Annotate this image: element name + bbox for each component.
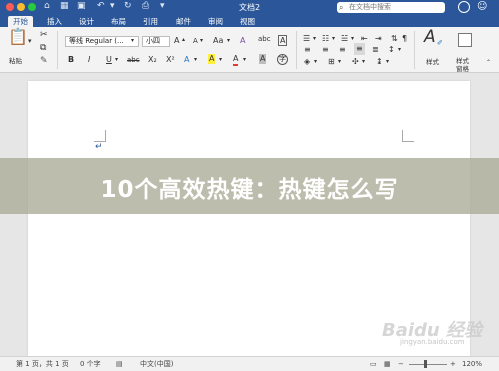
zoom-out-icon[interactable]: − bbox=[398, 359, 404, 370]
tab-home[interactable]: 开始 bbox=[8, 16, 33, 27]
ribbon-tabs: 开始 插入 设计 布局 引用 邮件 审阅 视图 bbox=[0, 15, 499, 27]
align-right-icon[interactable]: ≡ bbox=[339, 44, 346, 56]
font-color-button[interactable]: A bbox=[233, 54, 239, 66]
clear-formatting-button[interactable]: A bbox=[240, 35, 245, 47]
character-border-button[interactable]: A bbox=[278, 35, 288, 46]
divider bbox=[296, 31, 297, 69]
margin-marker-top-left bbox=[94, 130, 106, 142]
underline-dropdown-icon[interactable]: ▾ bbox=[115, 54, 118, 66]
tab-review[interactable]: 审阅 bbox=[203, 16, 228, 27]
search-input[interactable]: ⌕ 在文档中搜索 bbox=[337, 2, 445, 13]
zoom-level[interactable]: 120% bbox=[462, 359, 482, 370]
styles-pane-icon[interactable] bbox=[458, 33, 472, 47]
asian-layout-icon[interactable]: ✣ bbox=[352, 56, 359, 68]
vertical-scrollbar[interactable] bbox=[489, 77, 495, 352]
align-left-icon[interactable]: ≡ bbox=[304, 44, 311, 56]
numbering-dropdown-icon[interactable]: ▾ bbox=[332, 33, 335, 45]
text-effects-button[interactable]: A bbox=[184, 54, 189, 66]
borders-icon[interactable]: ⊞ bbox=[328, 56, 335, 68]
styles-icon[interactable]: A bbox=[424, 29, 436, 46]
zoom-slider[interactable] bbox=[409, 364, 447, 365]
print-layout-view-icon[interactable]: ▭ bbox=[370, 359, 377, 370]
format-painter-icon[interactable]: ✎ bbox=[40, 55, 48, 67]
search-icon: ⌕ bbox=[339, 3, 344, 12]
tab-layout[interactable]: 布局 bbox=[106, 16, 131, 27]
tab-insert[interactable]: 插入 bbox=[42, 16, 67, 27]
divider bbox=[414, 31, 415, 69]
page-count[interactable]: 第 1 页，共 1 页 bbox=[16, 359, 69, 370]
web-layout-view-icon[interactable]: ▦ bbox=[384, 359, 391, 370]
divider bbox=[57, 31, 58, 69]
title-bar: ⌂ ▦ ▣ ↶ ▾ ↻ ⎙ ▾ 文档2 ⌕ 在文档中搜索 ☺ bbox=[0, 0, 499, 15]
change-case-dropdown-icon[interactable]: ▾ bbox=[227, 35, 230, 47]
ribbon-home: 📋 ▾ 粘贴 ✂ ⧉ ✎ 等线 Regular (... ▾ 小四 A ▴ A … bbox=[0, 27, 499, 73]
bullets-dropdown-icon[interactable]: ▾ bbox=[313, 33, 316, 45]
phonetic-guide-button[interactable]: abc bbox=[258, 33, 271, 45]
asian-layout-dropdown-icon[interactable]: ▾ bbox=[362, 56, 365, 68]
tab-references[interactable]: 引用 bbox=[138, 16, 163, 27]
distributed-icon[interactable]: ≣ bbox=[372, 44, 379, 56]
copy-icon[interactable]: ⧉ bbox=[40, 42, 46, 54]
bold-button[interactable]: B bbox=[68, 54, 74, 66]
document-canvas: ↵ bbox=[0, 73, 499, 356]
change-case-button[interactable]: Aa bbox=[213, 35, 223, 47]
status-bar: 第 1 页，共 1 页 0 个字 ▤ 中文(中国) ▭ ▦ − + 120% bbox=[0, 356, 499, 371]
highlight-dropdown-icon[interactable]: ▾ bbox=[219, 54, 222, 66]
article-title-banner: 10个高效热键：热键怎么写 bbox=[0, 158, 499, 214]
paste-icon[interactable]: 📋 bbox=[8, 29, 28, 45]
underline-button[interactable]: U bbox=[106, 54, 112, 66]
tab-mailings[interactable]: 邮件 bbox=[171, 16, 196, 27]
justify-icon[interactable]: ≡ bbox=[354, 43, 365, 55]
grow-font-button[interactable]: A bbox=[174, 35, 179, 47]
tab-design[interactable]: 设计 bbox=[74, 16, 99, 27]
shrink-font-arrow-icon: ▾ bbox=[200, 37, 204, 44]
styles-label: 样式 bbox=[426, 58, 439, 66]
language-indicator[interactable]: 中文(中国) bbox=[140, 359, 173, 370]
feedback-smiley-icon[interactable]: ☺ bbox=[477, 1, 487, 12]
grow-font-arrow-icon: ▴ bbox=[182, 36, 186, 43]
superscript-button[interactable]: X² bbox=[166, 54, 175, 66]
paste-dropdown-icon[interactable]: ▾ bbox=[28, 35, 32, 47]
tab-view[interactable]: 视图 bbox=[235, 16, 260, 27]
shrink-font-button[interactable]: A bbox=[193, 35, 198, 47]
paste-label: 粘贴 bbox=[9, 57, 22, 65]
text-effects-dropdown-icon[interactable]: ▾ bbox=[194, 54, 197, 66]
margin-marker-top-right bbox=[402, 130, 414, 142]
character-shading-button[interactable]: A bbox=[259, 54, 267, 64]
shading-dropdown-icon[interactable]: ▾ bbox=[314, 56, 317, 68]
borders-dropdown-icon[interactable]: ▾ bbox=[338, 56, 341, 68]
font-name-dropdown-icon[interactable]: ▾ bbox=[131, 35, 134, 47]
cut-icon[interactable]: ✂ bbox=[40, 29, 48, 41]
font-name-select[interactable]: 等线 Regular (... bbox=[65, 36, 139, 47]
line-spacing-icon[interactable]: ↕ bbox=[388, 44, 395, 56]
show-marks-icon[interactable]: ¶ bbox=[402, 33, 407, 45]
paragraph-dropdown-icon[interactable]: ▾ bbox=[386, 56, 389, 68]
styles-brush-icon: ✐ bbox=[437, 39, 443, 47]
subscript-button[interactable]: X₂ bbox=[148, 54, 157, 66]
baidu-watermark-url: jingyan.baidu.com bbox=[400, 338, 465, 346]
document-page[interactable]: ↵ bbox=[28, 81, 470, 356]
shading-icon[interactable]: ◈ bbox=[304, 56, 310, 68]
font-size-select[interactable]: 小四 bbox=[142, 36, 170, 47]
search-placeholder: 在文档中搜索 bbox=[349, 3, 391, 11]
italic-button[interactable]: I bbox=[88, 54, 90, 66]
collapse-ribbon-icon[interactable]: ⌃ bbox=[486, 57, 491, 69]
align-center-icon[interactable]: ≡ bbox=[322, 44, 329, 56]
banner-text: 10个高效热键：热键怎么写 bbox=[100, 177, 399, 203]
font-color-dropdown-icon[interactable]: ▾ bbox=[243, 54, 246, 66]
highlight-button[interactable]: A bbox=[208, 54, 216, 64]
account-icon[interactable] bbox=[458, 1, 470, 13]
enclose-characters-button[interactable]: 字 bbox=[277, 54, 288, 65]
line-spacing-dropdown-icon[interactable]: ▾ bbox=[398, 44, 401, 56]
paragraph-mark-icon: ↵ bbox=[95, 142, 103, 152]
zoom-in-icon[interactable]: + bbox=[450, 359, 456, 370]
word-count[interactable]: 0 个字 bbox=[80, 359, 101, 370]
line-spacing-icon-2[interactable]: ↨ bbox=[376, 56, 383, 68]
styles-pane-label-2: 窗格 bbox=[456, 65, 469, 73]
strikethrough-button[interactable]: abc bbox=[127, 54, 140, 66]
proofing-icon[interactable]: ▤ bbox=[116, 359, 123, 370]
zoom-slider-thumb[interactable] bbox=[424, 360, 427, 368]
